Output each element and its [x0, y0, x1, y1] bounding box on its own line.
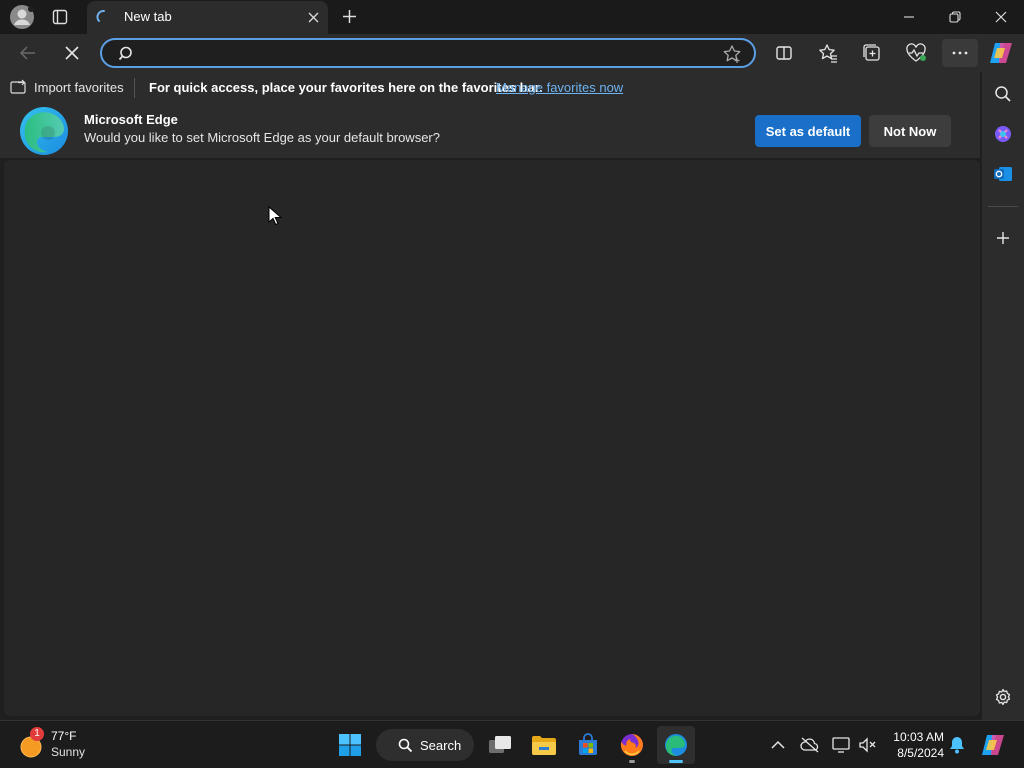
search-icon: [118, 45, 136, 63]
tab-actions-icon[interactable]: [46, 4, 74, 30]
system-clock[interactable]: 10:03 AM 8/5/2024: [886, 729, 944, 761]
search-icon: [398, 738, 413, 752]
stop-icon[interactable]: [58, 39, 86, 67]
chevron-up-icon[interactable]: [764, 726, 792, 764]
task-view-icon[interactable]: [481, 726, 519, 764]
set-as-default-button[interactable]: Set as default: [755, 115, 861, 147]
plus-icon[interactable]: [337, 3, 361, 29]
desktop-screen: New tab Import favorites For quick acces…: [0, 0, 1024, 768]
volume-icon[interactable]: [854, 726, 880, 764]
sidebar-copilot-icon[interactable]: [990, 121, 1016, 147]
tab-title: New tab: [124, 9, 172, 24]
copilot-icon[interactable]: [986, 39, 1016, 67]
title-bar: New tab: [0, 0, 1024, 34]
running-indicator: [629, 760, 635, 763]
minimize-icon[interactable]: [894, 4, 924, 30]
taskbar-search-button[interactable]: Search: [376, 729, 474, 761]
window-close-icon[interactable]: [986, 4, 1016, 30]
taskbar-search-label: Search: [420, 737, 462, 753]
sidebar-divider: [988, 206, 1018, 207]
weather-temperature: 77°F: [51, 729, 77, 743]
star-icon[interactable]: [722, 44, 742, 64]
network-icon[interactable]: [828, 726, 854, 764]
sidebar-search-icon[interactable]: [990, 81, 1016, 107]
edge-icon[interactable]: [657, 726, 695, 764]
favorites-bar-message: For quick access, place your favorites h…: [149, 80, 543, 95]
browser-essentials-icon[interactable]: [902, 39, 930, 67]
weather-condition: Sunny: [51, 745, 86, 759]
mouse-cursor-icon: [268, 205, 283, 226]
onedrive-icon[interactable]: [796, 726, 824, 764]
banner-title: Microsoft Edge: [84, 112, 178, 127]
bell-icon[interactable]: [944, 726, 970, 764]
clock-date: 8/5/2024: [897, 746, 944, 760]
default-browser-banner: Microsoft Edge Would you like to set Mic…: [0, 104, 980, 158]
back-arrow-icon[interactable]: [14, 39, 42, 67]
not-now-button[interactable]: Not Now: [869, 115, 951, 147]
banner-message: Would you like to set Microsoft Edge as …: [84, 130, 440, 145]
firefox-icon[interactable]: [613, 726, 651, 764]
store-icon[interactable]: [569, 726, 607, 764]
import-icon: [10, 79, 26, 94]
restore-icon[interactable]: [940, 4, 970, 30]
settings-icon[interactable]: [990, 684, 1016, 710]
close-icon[interactable]: [304, 8, 322, 26]
favorites-bar: Import favorites For quick access, place…: [0, 72, 980, 104]
outlook-icon[interactable]: [990, 161, 1016, 187]
clock-time: 10:03 AM: [893, 730, 944, 744]
copilot-icon[interactable]: [976, 726, 1010, 764]
tab-new-tab[interactable]: New tab: [87, 1, 328, 34]
address-bar[interactable]: [100, 38, 756, 68]
edge-sidebar: [982, 72, 1024, 720]
loading-spinner-icon: [96, 9, 112, 25]
favorites-icon[interactable]: [814, 39, 842, 67]
active-indicator: [669, 760, 683, 763]
collections-icon[interactable]: [858, 39, 886, 67]
taskbar: 1 77°F Sunny Search 10:03 AM 8/5/2024: [0, 720, 1024, 768]
manage-favorites-link[interactable]: Manage favorites now: [496, 80, 623, 95]
file-explorer-icon[interactable]: [525, 726, 563, 764]
page-content[interactable]: [4, 160, 980, 716]
weather-alert-badge: 1: [30, 727, 44, 741]
edge-logo-icon: [19, 106, 69, 156]
import-favorites-button[interactable]: Import favorites: [10, 79, 124, 95]
address-input[interactable]: [142, 44, 702, 64]
more-icon[interactable]: [942, 39, 978, 67]
weather-widget[interactable]: 1 77°F Sunny: [18, 727, 108, 763]
windows-start-icon[interactable]: [331, 726, 369, 764]
favbar-divider: [134, 78, 135, 98]
split-screen-icon[interactable]: [770, 39, 798, 67]
plus-icon[interactable]: [990, 225, 1016, 251]
import-favorites-label: Import favorites: [34, 79, 124, 95]
navigation-toolbar: [0, 34, 1024, 72]
profile-icon[interactable]: [8, 3, 36, 31]
